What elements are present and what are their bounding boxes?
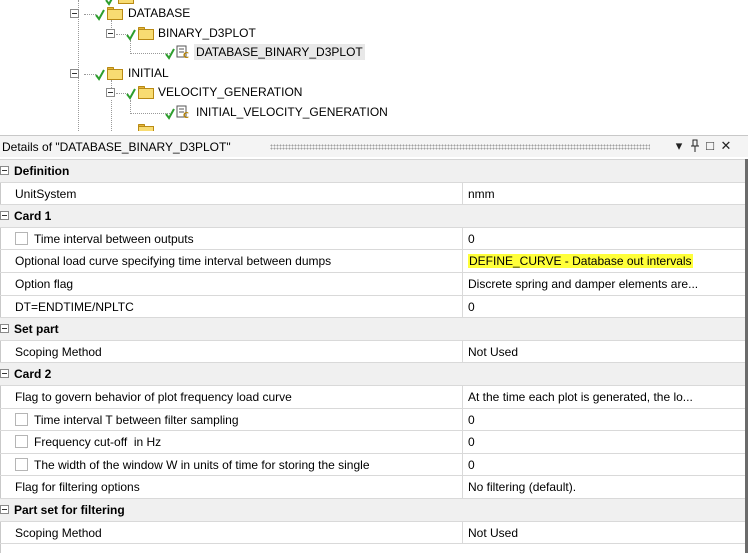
property-value[interactable]: Not Used <box>468 526 742 540</box>
property-value[interactable]: nmm <box>468 187 742 201</box>
table-row[interactable]: Scoping Method Not Used <box>0 521 748 545</box>
group-card-1[interactable]: Card 1 <box>0 205 748 228</box>
property-label: Scoping Method <box>15 525 102 540</box>
tree-connector <box>130 113 170 114</box>
table-row[interactable]: Flag for filtering options No filtering … <box>0 476 748 499</box>
property-value[interactable]: 0 <box>468 300 742 314</box>
table-row[interactable]: Frequency cut-off in Hz 0 <box>0 431 748 454</box>
folder-icon <box>107 67 123 80</box>
property-label: Time interval T between filter sampling <box>34 412 239 427</box>
property-label: Flag for filtering options <box>15 480 140 495</box>
check-icon <box>105 0 113 6</box>
collapse-toggle[interactable] <box>0 211 9 221</box>
check-icon <box>95 9 105 21</box>
property-label: DT=ENDTIME/NPLTC <box>15 299 134 314</box>
table-row[interactable]: The width of the window W in units of ti… <box>0 453 748 477</box>
property-value[interactable]: Discrete spring and damper elements are.… <box>468 277 742 291</box>
tree-node-binary-d3plot[interactable]: BINARY_D3PLOT <box>156 25 258 41</box>
table-row[interactable]: Optional load curve specifying time inte… <box>0 250 748 273</box>
property-label: UnitSystem <box>15 186 77 201</box>
tree-node-initial-velocity-generation[interactable]: INITIAL_VELOCITY_GENERATION <box>194 104 390 120</box>
property-value[interactable]: No filtering (default). <box>468 480 742 494</box>
property-value[interactable]: 0 <box>468 413 742 427</box>
dropdown-icon[interactable]: ▾ <box>672 138 686 154</box>
folder-icon <box>138 86 154 99</box>
check-icon <box>126 88 136 100</box>
tree-connector <box>130 53 170 54</box>
svg-text:C: C <box>183 111 189 119</box>
property-label: Option flag <box>15 276 74 291</box>
folder-icon <box>138 27 154 40</box>
property-value[interactable]: 0 <box>468 232 742 246</box>
details-grid: Definition UnitSystem nmm Card 1 Time in… <box>0 159 748 545</box>
pin-icon[interactable] <box>688 138 702 154</box>
table-row[interactable]: Time interval T between filter sampling … <box>0 408 748 432</box>
property-label: Optional load curve specifying time inte… <box>15 254 332 269</box>
object-icon: C <box>176 45 189 59</box>
collapse-toggle-initial[interactable] <box>70 69 79 78</box>
close-icon[interactable]: ✕ <box>719 138 733 154</box>
folder-icon <box>107 7 123 20</box>
details-panel-title: Details of "DATABASE_BINARY_D3PLOT" <box>2 140 231 154</box>
property-value[interactable]: Not Used <box>468 345 742 359</box>
group-set-part[interactable]: Set part <box>0 318 748 341</box>
collapse-toggle-velocity-generation[interactable] <box>106 88 115 97</box>
table-row[interactable]: Option flag Discrete spring and damper e… <box>0 272 748 296</box>
property-label: The width of the window W in units of ti… <box>34 457 370 472</box>
table-row[interactable]: Time interval between outputs 0 <box>0 227 748 251</box>
tree-node-velocity-generation[interactable]: VELOCITY_GENERATION <box>156 84 304 100</box>
check-icon <box>165 48 175 60</box>
property-value[interactable]: At the time each plot is generated, the … <box>468 390 742 404</box>
check-icon <box>165 108 175 120</box>
title-bar-grip[interactable] <box>270 144 650 150</box>
tree-node-initial[interactable]: INITIAL <box>126 65 171 81</box>
table-row[interactable]: UnitSystem nmm <box>0 182 748 206</box>
tree-connector <box>78 74 79 131</box>
group-definition[interactable]: Definition <box>0 160 748 183</box>
property-label: Scoping Method <box>15 344 102 359</box>
check-icon <box>126 29 136 41</box>
property-value[interactable]: DEFINE_CURVE - Database out intervals <box>468 254 742 269</box>
property-label: Flag to govern behavior of plot frequenc… <box>15 389 292 404</box>
table-row[interactable]: Flag to govern behavior of plot frequenc… <box>0 385 748 409</box>
collapse-toggle[interactable] <box>0 369 9 379</box>
parameter-checkbox[interactable] <box>15 231 28 245</box>
group-label: Card 1 <box>14 209 52 224</box>
collapse-toggle-binary-d3plot[interactable] <box>106 29 115 38</box>
tree-connector <box>130 40 131 54</box>
group-label: Definition <box>14 164 70 178</box>
collapse-toggle[interactable] <box>0 166 9 175</box>
details-panel-title-bar: Details of "DATABASE_BINARY_D3PLOT" ▾ □ … <box>0 135 748 157</box>
parameter-checkbox[interactable] <box>15 412 28 426</box>
collapse-toggle[interactable] <box>0 324 9 334</box>
property-label: Frequency cut-off in Hz <box>34 435 162 450</box>
folder-icon <box>118 0 134 4</box>
highlighted-value: DEFINE_CURVE - Database out intervals <box>468 254 693 269</box>
group-card-2[interactable]: Card 2 <box>0 363 748 386</box>
table-row[interactable]: Scoping Method Not Used <box>0 340 748 364</box>
property-value[interactable]: 0 <box>468 435 742 449</box>
property-label: Time interval between outputs <box>34 231 194 246</box>
group-label: Part set for filtering <box>14 502 125 517</box>
property-value[interactable]: 0 <box>468 458 742 472</box>
collapse-toggle-database[interactable] <box>70 9 79 18</box>
check-icon <box>95 69 105 81</box>
group-label: Set part <box>14 322 59 337</box>
collapse-toggle[interactable] <box>0 504 9 514</box>
parameter-checkbox[interactable] <box>15 457 28 471</box>
maximize-icon[interactable]: □ <box>703 138 717 154</box>
tree-connector <box>130 100 131 114</box>
outline-tree: DATABASE BINARY_D3PLOT C DATABASE_BINARY… <box>0 0 748 131</box>
tree-node-database[interactable]: DATABASE <box>126 5 192 21</box>
parameter-checkbox[interactable] <box>15 435 28 449</box>
group-part-set-filtering[interactable]: Part set for filtering <box>0 498 748 522</box>
table-row[interactable]: DT=ENDTIME/NPLTC 0 <box>0 295 748 319</box>
folder-icon <box>138 124 154 131</box>
tree-connector <box>111 100 112 131</box>
tree-node-database-binary-d3plot[interactable]: DATABASE_BINARY_D3PLOT <box>194 44 365 60</box>
object-icon: C <box>176 105 189 119</box>
group-label: Card 2 <box>14 367 52 382</box>
svg-text:C: C <box>183 51 189 59</box>
